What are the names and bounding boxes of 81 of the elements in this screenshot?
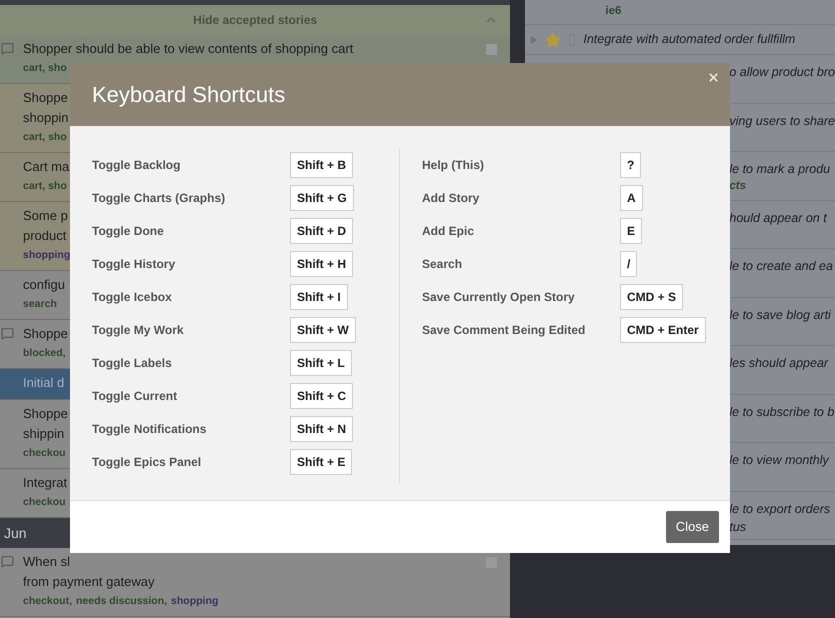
story-tag[interactable]: search	[23, 295, 57, 313]
key-combination: Shift + G	[290, 184, 354, 210]
story-title: Shoppe	[23, 89, 68, 107]
story-title: Some p	[23, 207, 68, 225]
shortcut-label: Help (This)	[422, 156, 485, 174]
story-title: o allow product bro	[729, 64, 835, 81]
story-row[interactable]: Integrate with automated order fullfillm	[525, 25, 835, 55]
story-title: le to view monthly	[729, 452, 829, 469]
story-title: configu	[23, 276, 65, 294]
close-button[interactable]: Close	[666, 511, 719, 543]
story-title: Initial d	[23, 374, 64, 392]
story-tag[interactable]: checkout,	[23, 592, 72, 610]
close-icon[interactable]	[707, 71, 720, 84]
story-title: Shopper should be able to view contents of shopping cart	[23, 40, 354, 58]
shortcut-label: Toggle Notifications	[92, 420, 208, 438]
shortcut-label: Add Story	[422, 190, 480, 206]
story-title: Shoppe	[23, 325, 68, 343]
shortcut-label: Toggle Done	[92, 222, 165, 240]
story-title: le to save blog arti	[729, 306, 831, 324]
key-combination: Shift + I	[290, 284, 348, 310]
shortcut-label: Toggle Backlog	[92, 156, 182, 174]
key-combination: Shift + W	[290, 316, 356, 342]
hide-accepted-toggle[interactable]: Hide accepted stories	[0, 5, 510, 35]
story-title: tus	[729, 518, 746, 536]
key-combination: CMD + S	[620, 284, 684, 310]
caret-icon	[486, 17, 496, 23]
story-title: Integrat	[23, 474, 68, 492]
story-tag[interactable]: shopping	[23, 246, 70, 264]
shortcut-label: Toggle Icebox	[92, 288, 173, 306]
shortcut-label: Toggle History	[92, 256, 176, 272]
story-checkbox[interactable]	[486, 44, 498, 55]
story-title: le to subscribe to b	[729, 404, 834, 420]
story-title: shoppin	[23, 109, 69, 127]
story-tag[interactable]: cts	[729, 178, 746, 194]
star-icon[interactable]	[545, 32, 562, 48]
story-title: Shoppe	[23, 405, 68, 423]
story-title: from payment gateway	[23, 573, 155, 591]
key-combination: Shift + E	[290, 448, 352, 474]
story-tag[interactable]: needs discussion,	[76, 592, 168, 610]
key-combination: E	[620, 218, 642, 244]
shortcut-label: Save Comment Being Edited	[422, 322, 586, 338]
shortcut-label: Toggle Labels	[92, 354, 173, 372]
story-tag[interactable]: ie6	[605, 3, 622, 21]
story-title: Integrate with automated order fullfillm	[583, 31, 796, 48]
key-combination: CMD + Enter	[620, 316, 706, 342]
iteration-date: Jun	[4, 524, 27, 542]
shortcut-label: Search	[422, 256, 464, 272]
key-combination: ?	[620, 152, 642, 178]
shortcut-label: Toggle Charts (Graphs)	[92, 190, 226, 206]
dialog-title: Keyboard Shortcuts	[92, 81, 286, 109]
key-combination: Shift + C	[290, 382, 354, 408]
key-combination: Shift + N	[290, 416, 354, 442]
story-title: shippin	[23, 425, 64, 443]
story-tag[interactable]: cart, sho	[23, 177, 67, 195]
shortcut-label: Toggle Current	[92, 388, 178, 404]
key-combination: A	[620, 184, 643, 210]
story-tag[interactable]: cart, sho	[23, 59, 67, 77]
story-title: le to create and ea	[729, 258, 833, 275]
story-title: ving users to share	[729, 112, 835, 130]
expand-triangle-icon[interactable]	[531, 36, 538, 44]
key-combination: Shift + B	[290, 152, 354, 178]
shortcut-label: Toggle Epics Panel	[92, 454, 202, 470]
key-combination: Shift + H	[290, 250, 354, 276]
shortcut-label: Add Epic	[422, 222, 476, 240]
shortcut-label: Toggle My Work	[92, 322, 185, 338]
story-title: le to mark a produ	[729, 161, 830, 178]
story-title: les should appear	[729, 355, 828, 372]
story-tag[interactable]: checkou	[23, 493, 66, 511]
story-tag[interactable]: blocked,	[23, 344, 66, 362]
key-combination: /	[620, 250, 638, 276]
key-combination: Shift + D	[290, 218, 354, 244]
key-combination: Shift + L	[290, 350, 352, 376]
story-tag[interactable]: checkou	[23, 444, 66, 462]
story-title: hould appear on t	[729, 210, 827, 226]
story-tag[interactable]: shopping	[171, 592, 218, 610]
story-tag[interactable]: cart, sho	[23, 128, 67, 146]
story-title: Cart ma	[23, 158, 70, 176]
story-title: product	[23, 227, 66, 245]
story-title: When sl	[23, 553, 70, 571]
shortcut-label: Save Currently Open Story	[422, 288, 576, 306]
story-title: le to export orders	[729, 500, 830, 518]
